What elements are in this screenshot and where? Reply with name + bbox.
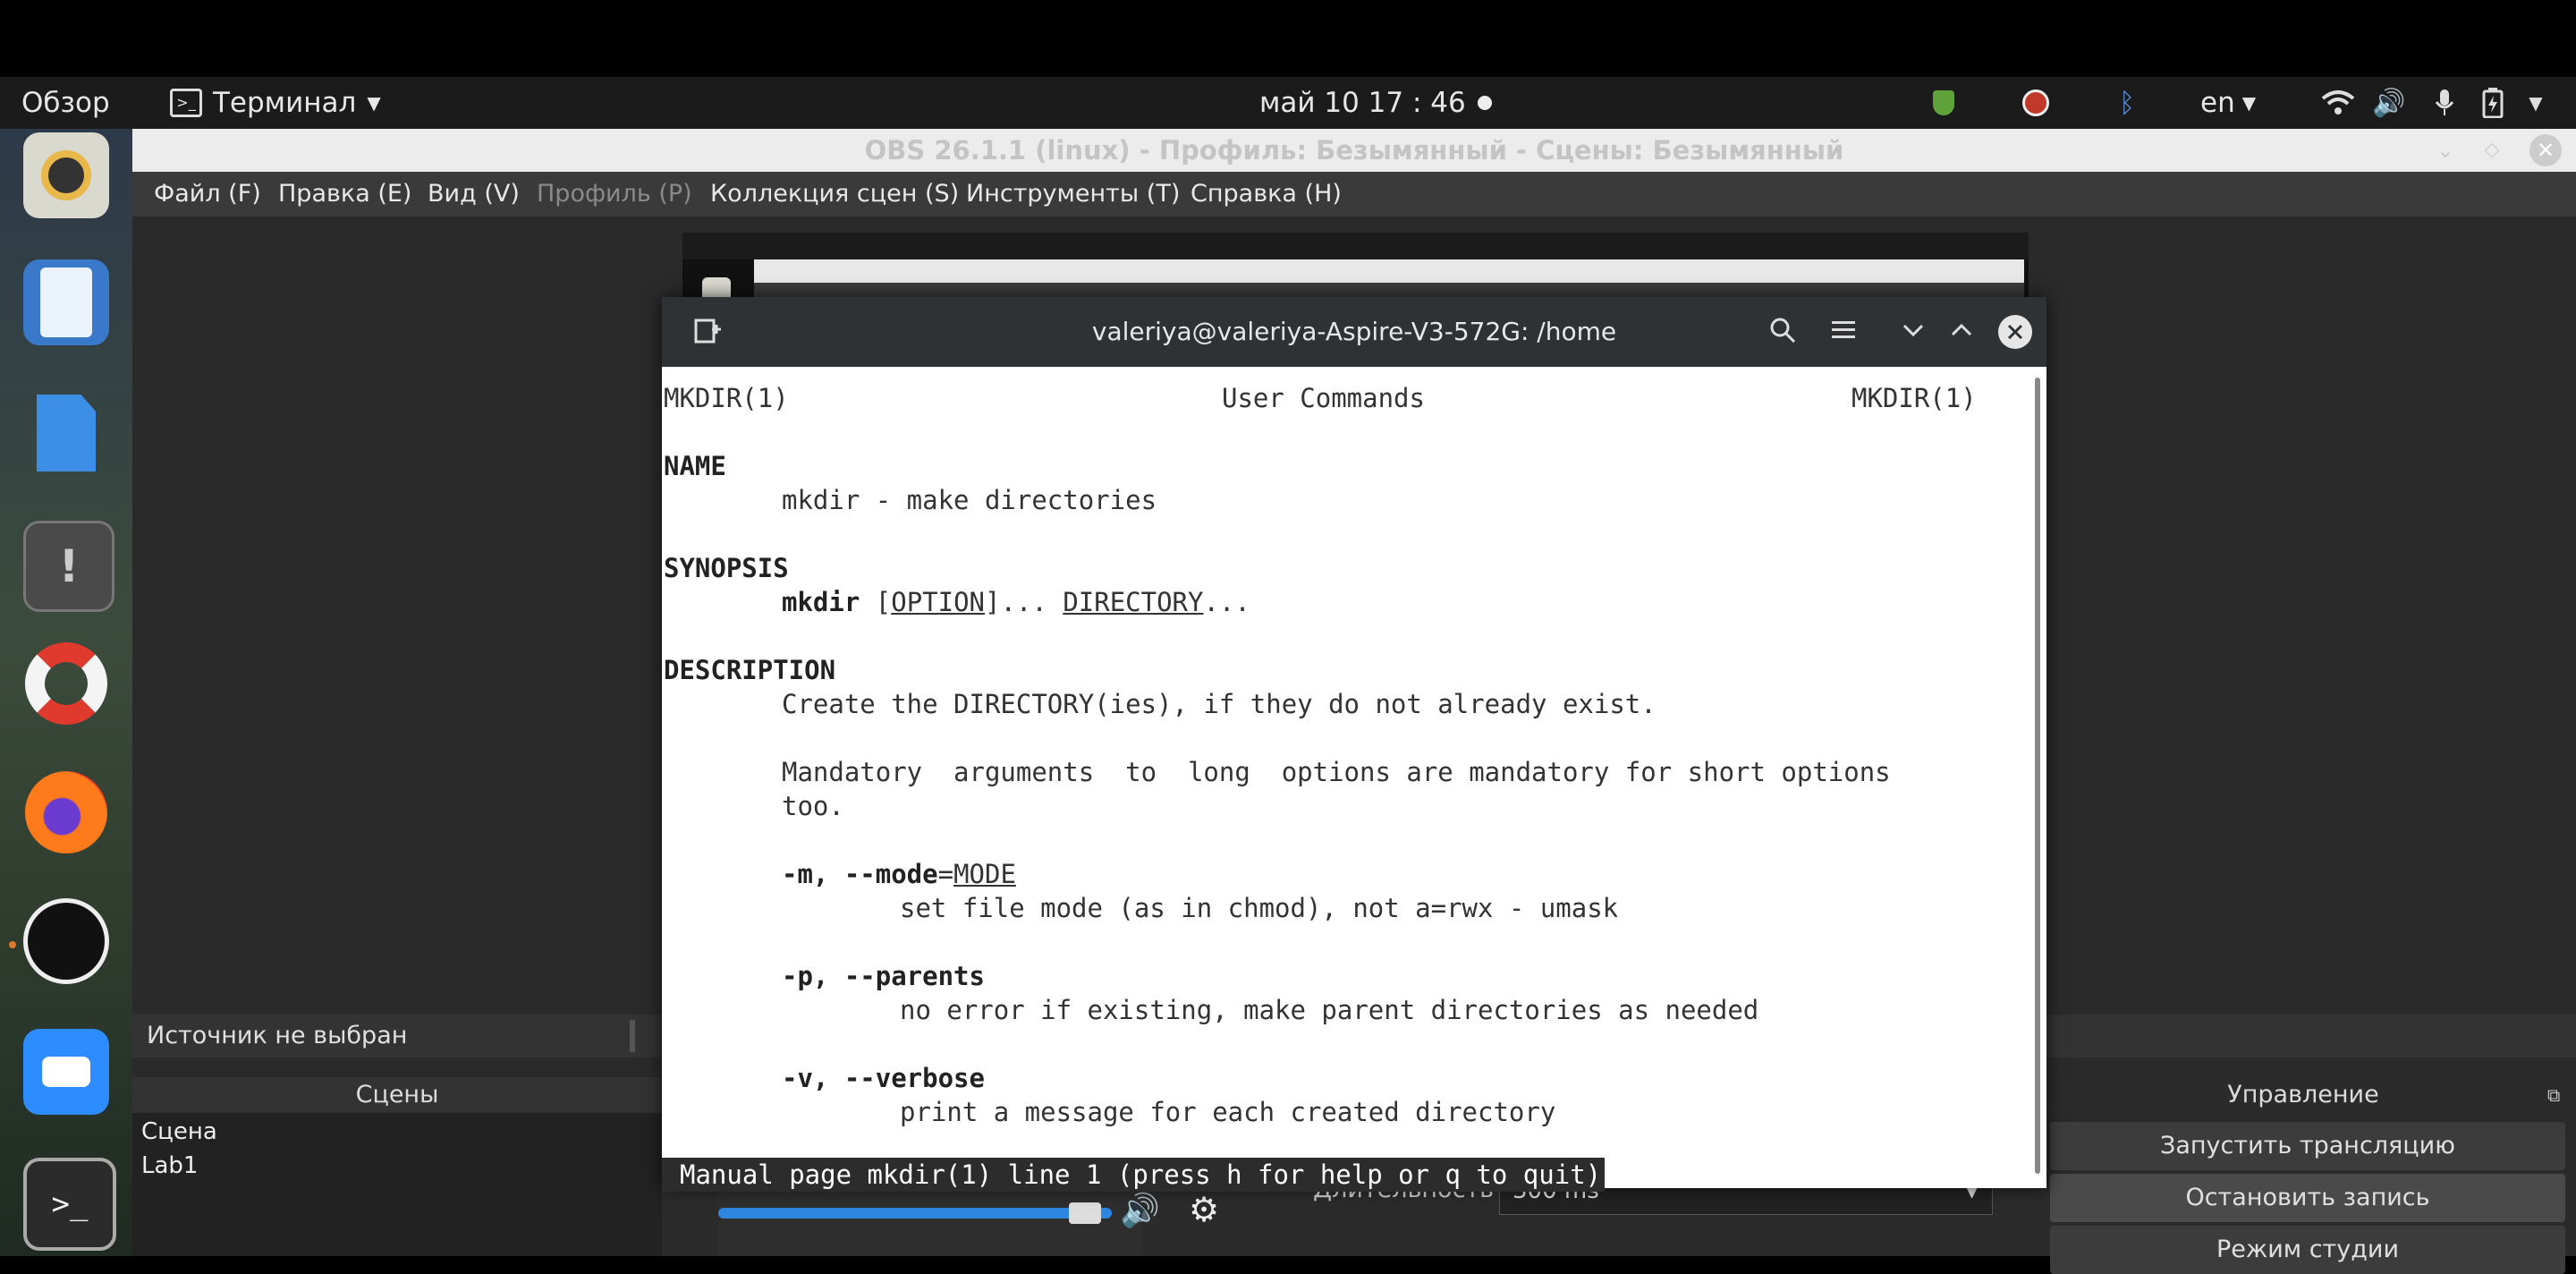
clock[interactable]: май 10 17 : 46 [1259, 77, 1466, 129]
controls-header: Управление [2043, 1077, 2563, 1113]
close-icon[interactable]: ✕ [2529, 134, 2562, 166]
menu-edit[interactable]: Правка (E) [278, 172, 411, 217]
man-synopsis-line: mkdir [OPTION]... DIRECTORY... [782, 587, 1250, 617]
system-menu-chevron-icon[interactable]: ▼ [2522, 88, 2549, 118]
scene-item[interactable]: Сцена [141, 1115, 217, 1149]
wifi-icon[interactable] [2320, 88, 2356, 118]
syn-directory: DIRECTORY [1063, 587, 1204, 617]
scene-item[interactable]: Lab1 [141, 1149, 198, 1183]
dock: ! >_ [0, 129, 132, 1256]
man-header-left: MKDIR(1) [664, 383, 789, 413]
no-source-label: Источник не выбран [147, 1022, 408, 1049]
opt-mode-arg: MODE [953, 859, 1016, 889]
man-option-mode: -m, --mode=MODE [782, 859, 1016, 889]
menu-profile[interactable]: Профиль (P) [537, 172, 692, 217]
man-desc-line: Mandatory arguments to long options are … [782, 757, 1891, 787]
man-header-center: User Commands [1222, 383, 1425, 413]
zoom-icon[interactable] [23, 1029, 109, 1115]
speaker-icon[interactable]: 🔊 [1120, 1192, 1165, 1231]
man-header-right: MKDIR(1) [1852, 383, 1977, 413]
rhythmbox-icon[interactable] [23, 132, 109, 218]
studio-mode-button[interactable]: Режим студии [2050, 1226, 2565, 1274]
menu-scene-collection[interactable]: Коллекция сцен (S) [710, 172, 959, 217]
man-desc-line: Create the DIRECTORY(ies), if they do no… [782, 689, 1657, 719]
obs-icon[interactable] [23, 898, 109, 984]
syn-end: ... [1203, 587, 1250, 617]
terminal-header-bar: valeriya@valeriya-Aspire-V3-572G: /home [662, 297, 2046, 367]
man-section-synopsis: SYNOPSIS [664, 553, 789, 583]
keyboard-layout-label: en [2200, 87, 2235, 119]
hamburger-menu-icon[interactable] [1830, 317, 1860, 347]
man-option-verbose: -v, --verbose [782, 1063, 985, 1093]
close-icon[interactable] [1998, 315, 2032, 349]
pager-status-line: Manual page mkdir(1) line 1 (press h for… [662, 1158, 1606, 1192]
man-option-parents: -p, --parents [782, 961, 985, 991]
maximize-icon[interactable]: ◇ [2476, 134, 2508, 166]
obs-title-bar: OBS 26.1.1 (linux) - Профиль: Безымянный… [132, 129, 2576, 172]
activities-button[interactable]: Обзор [21, 77, 110, 129]
man-name-text: mkdir - make directories [782, 485, 1157, 515]
running-indicator-icon [9, 941, 16, 948]
toolbar-divider [630, 1020, 635, 1052]
search-icon[interactable] [1767, 315, 1800, 347]
man-option-desc: no error if existing, make parent direct… [900, 995, 1759, 1025]
menu-file[interactable]: Файл (F) [154, 172, 261, 217]
menu-tools[interactable]: Инструменты (T) [966, 172, 1180, 217]
menu-view[interactable]: Вид (V) [428, 172, 520, 217]
scenes-list: Сцена Lab1 [132, 1113, 662, 1256]
minimize-icon[interactable]: ⌄ [2429, 134, 2462, 166]
app-menu[interactable]: >_ Терминал ▼ [170, 77, 381, 129]
new-tab-icon[interactable] [692, 317, 723, 347]
files-icon[interactable] [23, 259, 109, 345]
battery-icon[interactable] [2479, 88, 2506, 118]
man-option-desc: print a message for each created directo… [900, 1097, 1556, 1127]
start-stream-button[interactable]: Запустить трансляцию [2050, 1122, 2565, 1170]
shield-icon[interactable] [1928, 88, 1959, 118]
software-updater-icon[interactable]: ! [23, 521, 114, 612]
syn-option: OPTION [891, 587, 985, 617]
firefox-icon[interactable] [23, 769, 109, 855]
nested-topbar [682, 233, 2029, 259]
volume-icon[interactable]: 🔊 [2372, 88, 2405, 119]
notification-dot-icon [1474, 88, 1496, 118]
terminal-window: valeriya@valeriya-Aspire-V3-572G: /home … [662, 297, 2046, 1192]
chevron-down-icon: ▼ [367, 92, 381, 114]
syn-command: mkdir [782, 587, 860, 617]
app-menu-label: Терминал [213, 87, 357, 119]
man-section-name: NAME [664, 451, 726, 481]
help-lifebuoy-icon[interactable] [23, 641, 109, 726]
menu-help[interactable]: Справка (H) [1191, 172, 1342, 217]
volume-slider[interactable] [718, 1208, 1112, 1219]
terminal-scrollbar[interactable] [2035, 378, 2040, 1174]
terminal-content[interactable]: MKDIR(1) User Commands MKDIR(1) NAME mkd… [662, 367, 2046, 1192]
scenes-header: Сцены [132, 1077, 662, 1113]
volume-slider-handle[interactable] [1069, 1202, 1101, 1224]
terminal-icon[interactable]: >_ [23, 1158, 116, 1251]
obs-menubar: Файл (F) Правка (E) Вид (V) Профиль (P) … [132, 172, 2576, 217]
keyboard-layout-menu[interactable]: en ▼ [2200, 77, 2256, 129]
opt-mode-flag: -m, --mode [782, 859, 938, 889]
chevron-down-icon: ▼ [2241, 92, 2257, 114]
terminal-app-icon: >_ [170, 89, 202, 117]
gear-icon[interactable]: ⚙ [1184, 1190, 1224, 1229]
top-panel: Обзор >_ Терминал ▼ май 10 17 : 46 ᛒ en … [0, 77, 2576, 129]
maximize-chevron-icon[interactable] [1948, 317, 1979, 347]
man-desc-line: too. [782, 791, 844, 821]
syn-mid: ]... [985, 587, 1063, 617]
text-editor-icon[interactable] [23, 390, 109, 476]
audio-mixer [718, 1190, 1142, 1256]
minimize-chevron-icon[interactable] [1900, 317, 1930, 347]
bluetooth-icon[interactable]: ᛒ [2116, 88, 2138, 119]
record-indicator-icon[interactable] [2020, 88, 2052, 118]
man-option-desc: set file mode (as in chmod), not a=rwx -… [900, 893, 1619, 923]
man-section-description: DESCRIPTION [664, 655, 836, 685]
microphone-icon[interactable] [2433, 88, 2456, 118]
nested-obs-title [754, 259, 2024, 283]
stop-recording-button[interactable]: Остановить запись [2050, 1174, 2565, 1222]
dock-float-icon[interactable]: ⧉ [2547, 1084, 2569, 1106]
